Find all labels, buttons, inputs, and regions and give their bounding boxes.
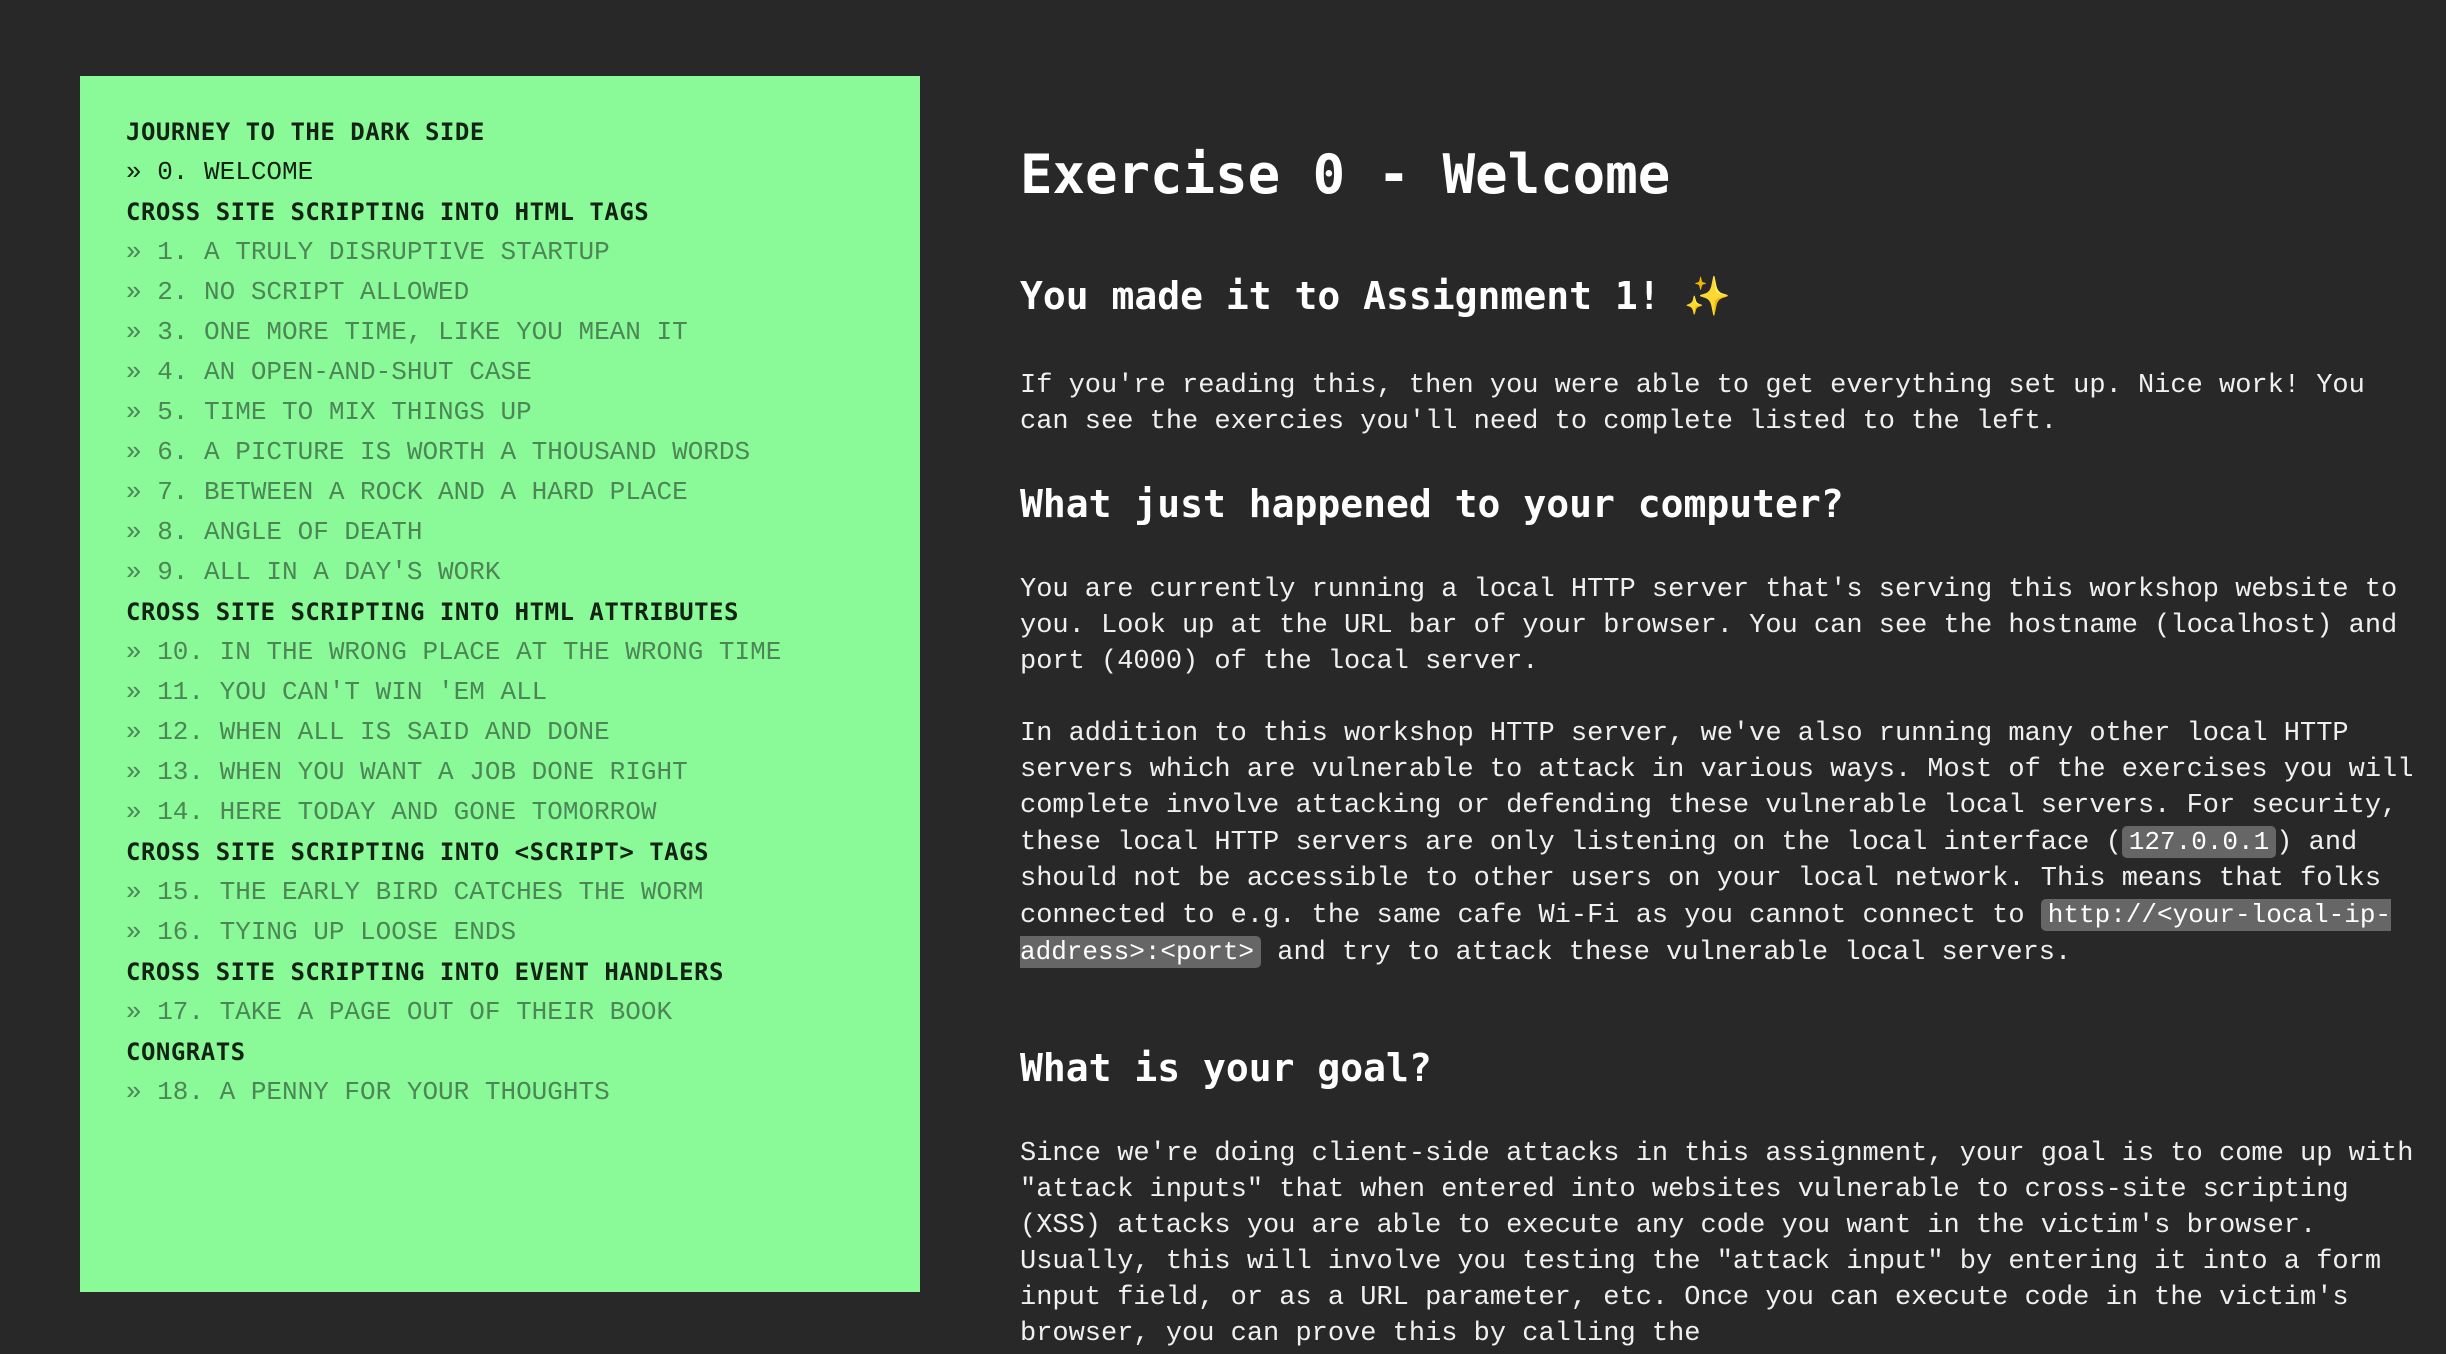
nav-section-heading: CROSS SITE SCRIPTING INTO <SCRIPT> TAGS bbox=[126, 838, 710, 866]
nav-section-heading: CONGRATS bbox=[126, 1038, 246, 1066]
nav-section-heading: CROSS SITE SCRIPTING INTO HTML TAGS bbox=[126, 198, 650, 226]
local-servers-paragraph: In addition to this workshop HTTP server… bbox=[1020, 716, 2420, 971]
sidebar-nav: JOURNEY TO THE DARK SIDE » 0. WELCOME CR… bbox=[80, 76, 920, 1292]
nav-item-2[interactable]: » 2. NO SCRIPT ALLOWED bbox=[126, 272, 920, 312]
http-server-paragraph: You are currently running a local HTTP s… bbox=[1020, 575, 2398, 677]
paragraph-text: and try to attack these vulnerable local… bbox=[1261, 938, 2072, 968]
nav-title: JOURNEY TO THE DARK SIDE bbox=[126, 118, 485, 146]
nav-item-18[interactable]: » 18. A PENNY FOR YOUR THOUGHTS bbox=[126, 1072, 920, 1112]
nav-item-1[interactable]: » 1. A TRULY DISRUPTIVE STARTUP bbox=[126, 232, 920, 272]
nav-item-5[interactable]: » 5. TIME TO MIX THINGS UP bbox=[126, 392, 920, 432]
nav-item-17[interactable]: » 17. TAKE A PAGE OUT OF THEIR BOOK bbox=[126, 992, 920, 1032]
nav-item-3[interactable]: » 3. ONE MORE TIME, LIKE YOU MEAN IT bbox=[126, 312, 920, 352]
nav-item-4[interactable]: » 4. AN OPEN-AND-SHUT CASE bbox=[126, 352, 920, 392]
nav-item-7[interactable]: » 7. BETWEEN A ROCK AND A HARD PLACE bbox=[126, 472, 920, 512]
subtitle-text: You made it to Assignment 1! bbox=[1020, 274, 1661, 318]
nav-item-11[interactable]: » 11. YOU CAN'T WIN 'EM ALL bbox=[126, 672, 920, 712]
intro-paragraph: If you're reading this, then you were ab… bbox=[1020, 371, 2365, 437]
nav-item-12[interactable]: » 12. WHEN ALL IS SAID AND DONE bbox=[126, 712, 920, 752]
nav-item-8[interactable]: » 8. ANGLE OF DEATH bbox=[126, 512, 920, 552]
section-heading-goal: What is your goal? bbox=[1020, 1046, 1432, 1090]
nav-item-6[interactable]: » 6. A PICTURE IS WORTH A THOUSAND WORDS bbox=[126, 432, 920, 472]
nav-item-10[interactable]: » 10. IN THE WRONG PLACE AT THE WRONG TI… bbox=[126, 632, 920, 672]
nav-item-0[interactable]: » 0. WELCOME bbox=[126, 152, 920, 192]
page-title: Exercise 0 - Welcome bbox=[1020, 143, 1671, 206]
nav-section-heading: CROSS SITE SCRIPTING INTO HTML ATTRIBUTE… bbox=[126, 598, 739, 626]
localhost-ip-code: 127.0.0.1 bbox=[2121, 826, 2277, 858]
subtitle-heading: You made it to Assignment 1! ✨ bbox=[1020, 270, 1731, 322]
section-heading-computer: What just happened to your computer? bbox=[1020, 482, 1844, 526]
nav-item-16[interactable]: » 16. TYING UP LOOSE ENDS bbox=[126, 912, 920, 952]
nav-item-9[interactable]: » 9. ALL IN A DAY'S WORK bbox=[126, 552, 920, 592]
goal-paragraph: Since we're doing client-side attacks in… bbox=[1020, 1139, 2414, 1349]
nav-section-heading: CROSS SITE SCRIPTING INTO EVENT HANDLERS bbox=[126, 958, 724, 986]
sparkles-icon: ✨ bbox=[1683, 274, 1731, 318]
nav-item-13[interactable]: » 13. WHEN YOU WANT A JOB DONE RIGHT bbox=[126, 752, 920, 792]
nav-item-14[interactable]: » 14. HERE TODAY AND GONE TOMORROW bbox=[126, 792, 920, 832]
nav-item-15[interactable]: » 15. THE EARLY BIRD CATCHES THE WORM bbox=[126, 872, 920, 912]
